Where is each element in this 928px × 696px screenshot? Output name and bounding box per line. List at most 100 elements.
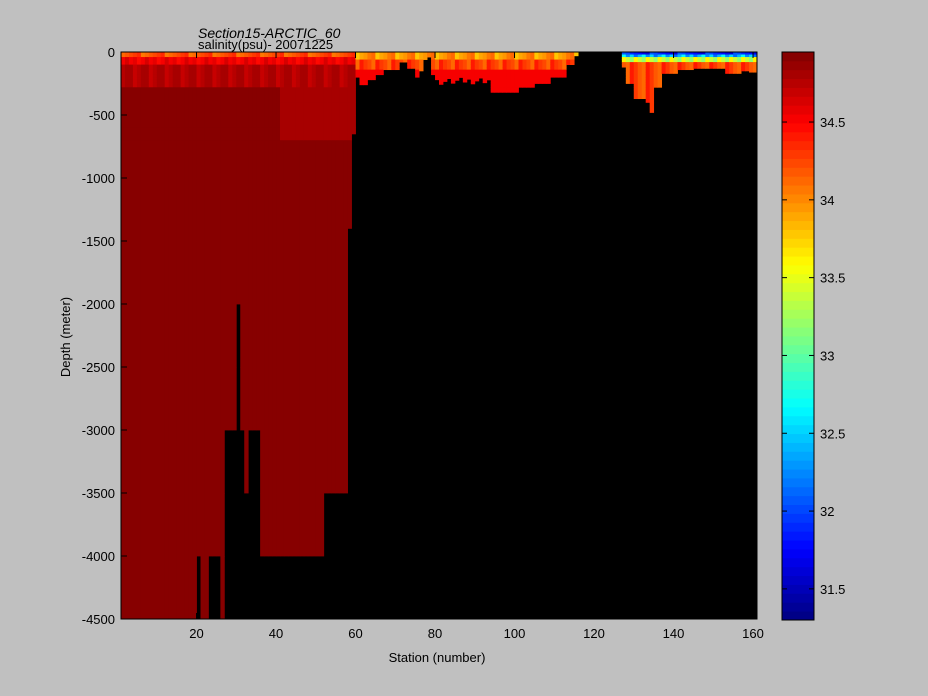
heatmap-cell: [331, 62, 337, 65]
heatmap-cell: [132, 241, 138, 305]
heatmap-cell: [721, 54, 726, 58]
heatmap-cell: [657, 82, 663, 86]
heatmap-cell: [693, 64, 698, 68]
heatmap-cell: [383, 59, 388, 63]
heatmap-cell: [192, 72, 197, 76]
heatmap-cell: [291, 87, 297, 91]
heatmap-cell: [347, 115, 352, 128]
heatmap-cell: [136, 493, 142, 557]
heatmap-cell: [124, 367, 130, 431]
heatmap-cell: [510, 67, 515, 71]
heatmap-cell: [299, 367, 305, 431]
heatmap-cell: [347, 152, 352, 166]
heatmap-cell: [240, 178, 245, 242]
heatmap-cell: [196, 127, 201, 141]
heatmap-cell: [200, 64, 205, 68]
heatmap-cell: [295, 493, 301, 557]
heatmap-cell: [236, 241, 241, 305]
heatmap-cell: [319, 69, 325, 73]
heatmap-cell: [339, 115, 345, 128]
heatmap-cell: [466, 69, 472, 73]
heatmap-cell: [323, 87, 329, 91]
heatmap-cell: [331, 115, 337, 128]
colorbar-swatch: [782, 123, 814, 133]
heatmap-cell: [124, 82, 130, 86]
heatmap-cell: [160, 54, 166, 58]
heatmap-cell: [144, 59, 150, 63]
heatmap-cell: [176, 165, 182, 179]
heatmap-cell: [204, 74, 209, 78]
heatmap-cell: [315, 430, 321, 494]
heatmap-cell: [264, 241, 269, 305]
heatmap-cell: [244, 152, 249, 166]
heatmap-cell: [347, 165, 352, 179]
heatmap-cell: [156, 493, 162, 557]
heatmap-cell: [184, 84, 189, 88]
heatmap-cell: [522, 72, 527, 76]
heatmap-cell: [196, 165, 201, 179]
heatmap-cell: [439, 69, 444, 73]
heatmap-cell: [208, 77, 213, 81]
heatmap-cell: [530, 62, 535, 65]
heatmap-cell: [208, 178, 213, 242]
colorbar-swatch: [782, 96, 814, 106]
heatmap-cell: [641, 84, 647, 88]
heatmap-cell: [121, 430, 126, 494]
heatmap-cell: [371, 74, 376, 78]
heatmap-cell: [649, 59, 655, 63]
heatmap-cell: [220, 178, 225, 242]
heatmap-cell: [502, 67, 507, 71]
heatmap-cell: [291, 367, 297, 431]
heatmap-cell: [530, 67, 535, 71]
heatmap-cell: [649, 57, 655, 60]
heatmap-cell: [721, 57, 726, 60]
heatmap-cell: [208, 79, 213, 83]
heatmap-cell: [140, 493, 146, 557]
heatmap-cell: [749, 62, 754, 65]
heatmap-cell: [737, 72, 742, 74]
heatmap-cell: [490, 69, 496, 73]
heatmap-cell: [387, 62, 392, 65]
heatmap-cell: [339, 79, 345, 83]
heatmap-cell: [649, 72, 655, 76]
heatmap-cell: [260, 367, 265, 431]
heatmap-cell: [733, 59, 738, 63]
heatmap-cell: [156, 64, 162, 68]
heatmap-cell: [454, 54, 460, 58]
heatmap-cell: [148, 79, 154, 83]
heatmap-cell: [689, 62, 694, 65]
heatmap-cell: [212, 152, 217, 166]
heatmap-cell: [128, 140, 134, 154]
heatmap-cell: [502, 59, 507, 63]
heatmap-cell: [419, 59, 424, 63]
heatmap-cell: [128, 241, 134, 305]
heatmap-cell: [200, 79, 205, 83]
heatmap-cell: [140, 178, 146, 242]
heatmap-cell: [371, 57, 376, 60]
heatmap-cell: [208, 87, 213, 91]
heatmap-cell: [148, 59, 154, 63]
heatmap-cell: [216, 57, 221, 60]
heatmap-cell: [268, 89, 273, 103]
heatmap-cell: [327, 102, 333, 116]
heatmap-cell: [637, 84, 643, 88]
heatmap-cell: [435, 69, 440, 73]
heatmap-cell: [645, 64, 651, 68]
heatmap-cell: [228, 62, 233, 65]
heatmap-cell: [307, 82, 313, 86]
heatmap-cell: [435, 77, 440, 81]
heatmap-cell: [224, 165, 229, 179]
heatmap-cell: [196, 72, 201, 76]
heatmap-cell: [713, 54, 718, 58]
heatmap-cell: [359, 54, 364, 58]
heatmap-cell: [323, 152, 329, 166]
heatmap-cell: [240, 152, 245, 166]
colorbar-swatch: [782, 87, 814, 97]
heatmap-cell: [140, 84, 146, 88]
heatmap-cell: [283, 77, 289, 81]
heatmap-cell: [188, 102, 193, 116]
heatmap-cell: [184, 79, 189, 83]
heatmap-cell: [256, 89, 261, 103]
heatmap-cell: [164, 82, 170, 86]
heatmap-cell: [637, 67, 643, 71]
